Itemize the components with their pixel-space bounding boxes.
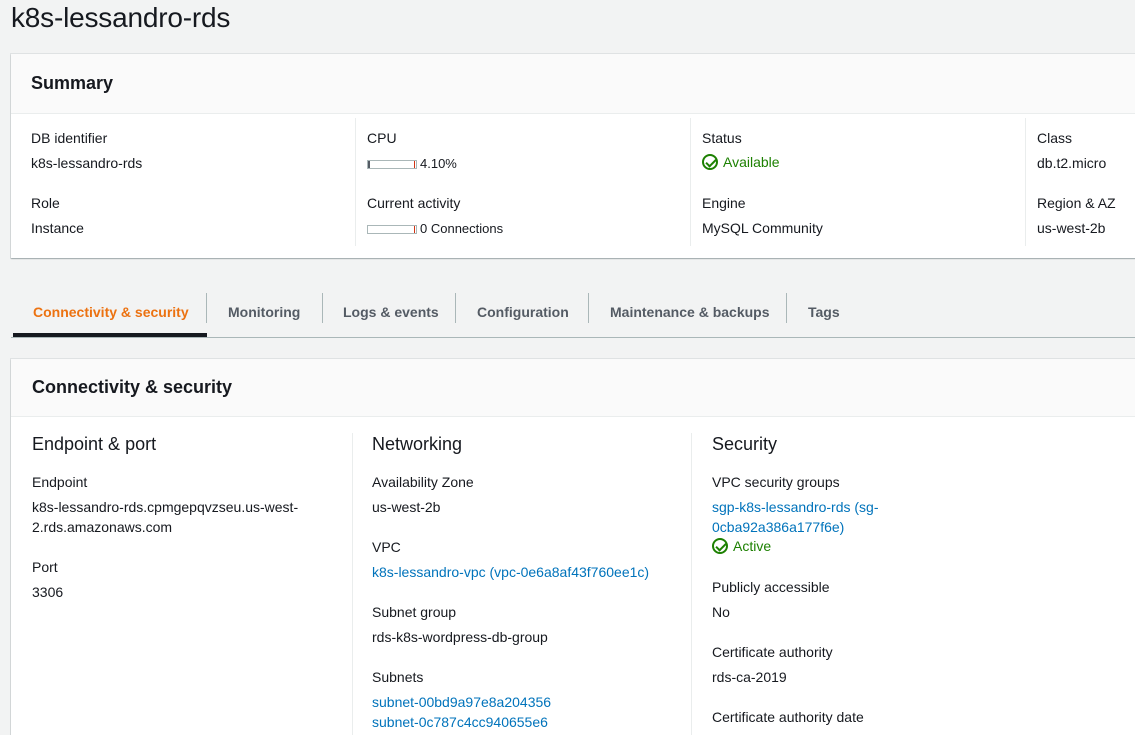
current-activity-value: 0 Connections: [420, 221, 504, 236]
availability-zone-value: us-west-2b: [372, 499, 441, 515]
tab-separator: [206, 293, 207, 323]
activity-meter: [367, 225, 417, 234]
region-az-value: us-west-2b: [1037, 220, 1106, 236]
role-value: Instance: [31, 220, 84, 236]
cpu-value: 4.10%: [420, 156, 457, 171]
engine-label: Engine: [702, 195, 746, 211]
security-title: Security: [712, 434, 778, 454]
summary-col-1: DB identifier k8s-lessandro-rds Role Ins…: [11, 118, 347, 246]
current-activity-label: Current activity: [367, 195, 461, 211]
cpu-meter-fill: [368, 161, 370, 168]
activity-meter-threshold: [414, 226, 415, 233]
tab-separator: [588, 293, 589, 323]
vpc-label: VPC: [372, 539, 401, 555]
port-value: 3306: [32, 584, 64, 600]
tab-configuration[interactable]: Configuration: [477, 285, 569, 338]
security-group-link-line2[interactable]: 0cba92a386a177f6e): [712, 519, 844, 535]
subnet-group-value: rds-k8s-wordpress-db-group: [372, 629, 548, 645]
security-group-status-text: Active: [733, 538, 772, 554]
summary-panel: Summary DB identifier k8s-lessandro-rds …: [11, 54, 1135, 258]
tab-separator: [455, 293, 456, 323]
status-text: Available: [723, 154, 780, 170]
security-section: Security VPC security groups sgp-k8s-les…: [691, 433, 1135, 735]
tab-bar: Connectivity & security Monitoring Logs …: [11, 285, 1135, 338]
networking-title: Networking: [372, 434, 463, 454]
check-circle-icon: [712, 538, 728, 554]
summary-header: Summary: [11, 54, 1135, 114]
certificate-authority-value: rds-ca-2019: [712, 669, 787, 685]
endpoint-port-title: Endpoint & port: [32, 434, 157, 454]
tab-logs-events[interactable]: Logs & events: [343, 285, 439, 338]
cpu-meter-threshold: [414, 161, 415, 168]
certificate-authority-label: Certificate authority: [712, 644, 833, 660]
class-value: db.t2.micro: [1037, 155, 1107, 171]
endpoint-port-section: Endpoint & port Endpoint k8s-lessandro-r…: [11, 417, 352, 735]
availability-zone-label: Availability Zone: [372, 474, 474, 490]
subnet-link[interactable]: subnet-00bd9a97e8a204356: [372, 694, 551, 710]
cpu-label: CPU: [367, 130, 397, 146]
status-label: Status: [702, 130, 742, 146]
summary-col-3: Status Available Engine MySQL Community: [690, 118, 1026, 246]
security-group-link-line1[interactable]: sgp-k8s-lessandro-rds (sg-: [712, 499, 879, 515]
publicly-accessible-value: No: [712, 604, 730, 620]
subnet-group-label: Subnet group: [372, 604, 457, 620]
subnet-link[interactable]: subnet-0c787c4cc940655e6: [372, 714, 548, 730]
connectivity-header: Connectivity & security: [11, 359, 1135, 417]
engine-value: MySQL Community: [702, 220, 823, 236]
summary-col-2: CPU 4.10% Current activity 0 Connections: [355, 118, 691, 246]
endpoint-value-line2[interactable]: 2.rds.amazonaws.com: [32, 519, 172, 535]
cpu-meter: [367, 160, 417, 169]
vpc-link[interactable]: k8s-lessandro-vpc (vpc-0e6a8af43f760ee1c…: [372, 564, 649, 580]
port-label: Port: [32, 559, 58, 575]
role-label: Role: [31, 195, 60, 211]
check-circle-icon: [702, 154, 718, 170]
certificate-authority-date-label: Certificate authority date: [712, 709, 864, 725]
networking-section: Networking Availability Zone us-west-2b …: [352, 433, 692, 735]
summary-col-4: Class db.t2.micro Region & AZ us-west-2b: [1025, 118, 1135, 246]
vpc-security-groups-label: VPC security groups: [712, 474, 840, 490]
active-tab-indicator: [13, 333, 207, 337]
tab-monitoring[interactable]: Monitoring: [228, 285, 300, 338]
page-title: k8s-lessandro-rds: [11, 2, 231, 33]
tab-separator: [786, 293, 787, 323]
status-value: Available: [702, 154, 780, 170]
endpoint-label: Endpoint: [32, 474, 88, 490]
tab-maintenance-backups[interactable]: Maintenance & backups: [610, 285, 770, 338]
region-az-label: Region & AZ: [1037, 195, 1116, 211]
subnets-label: Subnets: [372, 669, 424, 685]
tab-tags[interactable]: Tags: [808, 285, 840, 338]
db-identifier-value: k8s-lessandro-rds: [31, 155, 143, 171]
tab-separator: [322, 293, 323, 323]
class-label: Class: [1037, 130, 1073, 146]
security-group-status: Active: [712, 538, 771, 554]
connectivity-security-panel: Connectivity & security Endpoint & port …: [11, 359, 1135, 735]
db-identifier-label: DB identifier: [31, 130, 108, 146]
tab-connectivity-security[interactable]: Connectivity & security: [33, 285, 189, 338]
endpoint-value-line1[interactable]: k8s-lessandro-rds.cpmgepqvzseu.us-west-: [32, 499, 298, 515]
publicly-accessible-label: Publicly accessible: [712, 579, 830, 595]
